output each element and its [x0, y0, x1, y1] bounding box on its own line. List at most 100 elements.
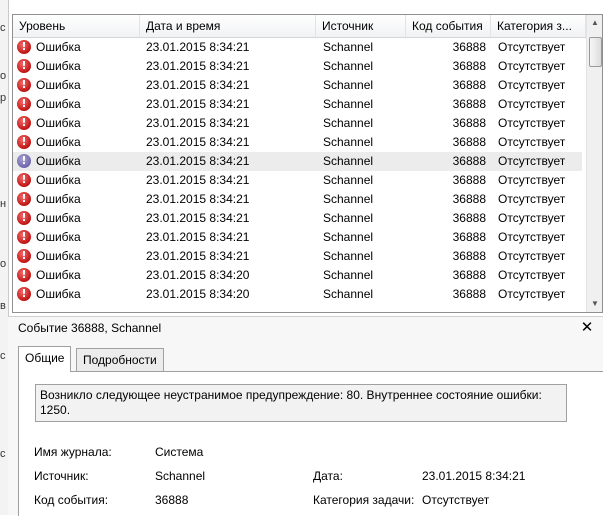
cell-level: Ошибка: [36, 230, 81, 244]
cell-source: Schannel: [323, 192, 374, 206]
cell-event-id: 36888: [452, 154, 486, 168]
cell-level: Ошибка: [36, 97, 81, 111]
cell-source: Schannel: [323, 135, 374, 149]
table-row[interactable]: Ошибка 23.01.2015 8:34:21 Schannel 36888 Отс…: [13, 38, 582, 57]
column-header-level[interactable]: Уровень: [13, 15, 140, 37]
cell-datetime: 23.01.2015 8:34:21: [146, 116, 250, 130]
source-value: Schannel: [155, 469, 206, 483]
event-id-label: Код события:: [34, 493, 109, 507]
table-row[interactable]: Ошибка 23.01.2015 8:34:21 Schannel 36888 Отс…: [13, 171, 582, 190]
task-category-label: Категория задачи:: [313, 493, 415, 507]
clipped-text: о: [0, 70, 7, 82]
table-row[interactable]: Ошибка 23.01.2015 8:34:21 Schannel 36888 Отс…: [13, 247, 582, 266]
cell-level: Ошибка: [36, 135, 81, 149]
cell-category: Отсутствует: [498, 173, 566, 187]
scroll-thumb[interactable]: [589, 37, 602, 67]
tab-general[interactable]: Общие: [18, 346, 72, 372]
cell-source: Schannel: [323, 249, 374, 263]
error-icon: [17, 249, 31, 263]
tab-details[interactable]: Подробности: [76, 348, 164, 371]
cell-event-id: 36888: [452, 268, 486, 282]
cell-datetime: 23.01.2015 8:34:21: [146, 192, 250, 206]
cell-source: Schannel: [323, 268, 374, 282]
column-header-source[interactable]: Источник: [316, 15, 406, 37]
cell-category: Отсутствует: [498, 40, 566, 54]
cell-source: Schannel: [323, 78, 374, 92]
error-icon: [17, 211, 31, 225]
cell-level: Ошибка: [36, 78, 81, 92]
date-label: Дата:: [313, 469, 343, 483]
error-icon: [17, 40, 31, 54]
error-icon: [17, 154, 31, 168]
cell-event-id: 36888: [452, 78, 486, 92]
cell-event-id: 36888: [452, 59, 486, 73]
cell-level: Ошибка: [36, 154, 81, 168]
table-row[interactable]: Ошибка 23.01.2015 8:34:21 Schannel 36888 Отс…: [13, 114, 582, 133]
column-header-datetime[interactable]: Дата и время: [140, 15, 316, 37]
error-icon: [17, 97, 31, 111]
table-row[interactable]: Ошибка 23.01.2015 8:34:21 Schannel 36888 Отс…: [13, 133, 582, 152]
close-icon[interactable]: ✕: [580, 318, 594, 336]
cell-datetime: 23.01.2015 8:34:21: [146, 230, 250, 244]
cell-source: Schannel: [323, 154, 374, 168]
cell-datetime: 23.01.2015 8:34:21: [146, 78, 250, 92]
detail-header: Событие 36888, Schannel ✕: [8, 316, 603, 339]
table-row[interactable]: Ошибка 23.01.2015 8:34:20 Schannel 36888 Отс…: [13, 266, 582, 285]
cell-category: Отсутствует: [498, 287, 566, 301]
date-value: 23.01.2015 8:34:21: [422, 469, 526, 483]
cell-datetime: 23.01.2015 8:34:20: [146, 268, 250, 282]
error-icon: [17, 230, 31, 244]
clipped-text: н: [0, 198, 7, 210]
events-grid[interactable]: Уровень Дата и время Источник Код событи…: [12, 14, 603, 313]
table-row[interactable]: Ошибка 23.01.2015 8:34:21 Schannel 36888 Отс…: [13, 57, 582, 76]
column-header-category[interactable]: Категория з...: [491, 15, 586, 37]
column-header-event-id[interactable]: Код события: [406, 15, 491, 37]
cell-event-id: 36888: [452, 97, 486, 111]
cell-source: Schannel: [323, 287, 374, 301]
cell-level: Ошибка: [36, 116, 81, 130]
task-category-value: Отсутствует: [422, 493, 490, 507]
detail-pane: Общие Подробности Возникло следующее неу…: [8, 338, 603, 516]
cell-datetime: 23.01.2015 8:34:21: [146, 59, 250, 73]
cell-category: Отсутствует: [498, 192, 566, 206]
vertical-scrollbar[interactable]: ▲ ▼: [586, 15, 602, 312]
detail-title: Событие 36888, Schannel: [18, 321, 162, 335]
cell-event-id: 36888: [452, 211, 486, 225]
table-row[interactable]: Ошибка 23.01.2015 8:34:20 Schannel 36888 Отс…: [13, 285, 582, 304]
cell-level: Ошибка: [36, 268, 81, 282]
table-row[interactable]: Ошибка 23.01.2015 8:34:21 Schannel 36888 Отс…: [13, 76, 582, 95]
error-icon: [17, 192, 31, 206]
clipped-text: с: [0, 350, 6, 362]
table-row[interactable]: Ошибка 23.01.2015 8:34:21 Schannel 36888 Отс…: [13, 209, 582, 228]
scroll-up-arrow-icon[interactable]: ▲: [587, 15, 602, 31]
clipped-text: о: [0, 258, 7, 270]
clipped-text: р: [0, 92, 7, 104]
cell-event-id: 36888: [452, 116, 486, 130]
cell-event-id: 36888: [452, 173, 486, 187]
cell-event-id: 36888: [452, 192, 486, 206]
cell-event-id: 36888: [452, 249, 486, 263]
cell-category: Отсутствует: [498, 211, 566, 225]
event-message[interactable]: Возникло следующее неустранимое предупре…: [35, 384, 567, 422]
cell-category: Отсутствует: [498, 116, 566, 130]
log-name-label: Имя журнала:: [34, 445, 112, 459]
cell-datetime: 23.01.2015 8:34:21: [146, 211, 250, 225]
cell-datetime: 23.01.2015 8:34:21: [146, 135, 250, 149]
cell-datetime: 23.01.2015 8:34:21: [146, 173, 250, 187]
cell-category: Отсутствует: [498, 249, 566, 263]
error-icon: [17, 116, 31, 130]
log-name-value: Система: [155, 445, 204, 459]
table-row[interactable]: Ошибка 23.01.2015 8:34:21 Schannel 36888 Отс…: [13, 95, 582, 114]
cell-datetime: 23.01.2015 8:34:21: [146, 97, 250, 111]
cell-datetime: 23.01.2015 8:34:21: [146, 40, 250, 54]
cell-event-id: 36888: [452, 135, 486, 149]
scroll-down-arrow-icon[interactable]: ▼: [587, 296, 602, 312]
error-icon: [17, 268, 31, 282]
event-id-value: 36888: [155, 493, 189, 507]
table-row[interactable]: Ошибка 23.01.2015 8:34:21 Schannel 36888 Отс…: [13, 190, 582, 209]
cell-level: Ошибка: [36, 249, 81, 263]
table-row[interactable]: Ошибка 23.01.2015 8:34:21 Schannel 36888 Отс…: [13, 228, 582, 247]
table-row[interactable]: Ошибка 23.01.2015 8:34:21 Schannel 36888 Отс…: [13, 152, 582, 171]
cell-category: Отсутствует: [498, 59, 566, 73]
cell-source: Schannel: [323, 59, 374, 73]
